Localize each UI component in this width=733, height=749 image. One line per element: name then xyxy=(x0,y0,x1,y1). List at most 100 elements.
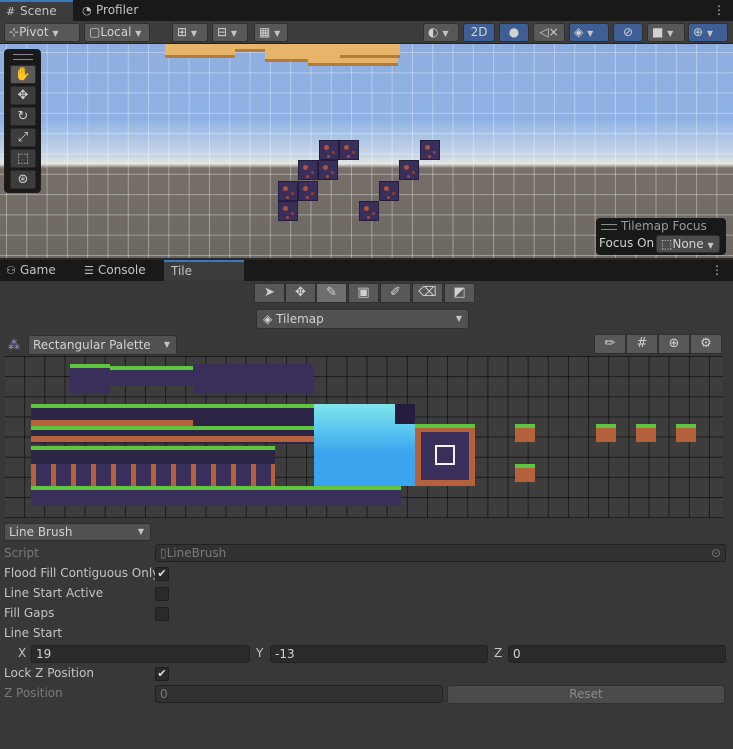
tab-game[interactable]: ⚇ Game xyxy=(0,260,78,281)
scene-tile xyxy=(278,201,298,221)
palette-tile[interactable] xyxy=(31,446,275,466)
grid-visibility-button[interactable]: ▦ ▼ xyxy=(254,23,288,42)
script-label: Script xyxy=(4,546,39,560)
chevron-down-icon: ▼ xyxy=(52,29,59,38)
pivot-label: Pivot xyxy=(19,25,49,39)
palette-tile[interactable] xyxy=(31,486,401,506)
palette-tile[interactable] xyxy=(395,404,415,424)
reset-button[interactable]: Reset xyxy=(447,685,725,704)
palette-name: Rectangular Palette xyxy=(33,338,151,352)
script-field: ▯LineBrush ⊙ xyxy=(155,544,726,562)
flood-fill-checkbox[interactable]: ✔ xyxy=(155,567,169,581)
x-field[interactable]: 19 xyxy=(31,645,250,663)
visibility-toggle[interactable]: ⊘ xyxy=(613,23,643,42)
mode-2d-toggle[interactable]: 2D xyxy=(463,23,495,42)
palette-tile[interactable] xyxy=(31,464,275,488)
picker-button[interactable]: ✐ xyxy=(380,283,411,303)
tab-scene[interactable]: # Scene xyxy=(0,0,73,21)
z-position-field: 0 xyxy=(155,685,443,703)
fill-icon: ◩ xyxy=(453,285,466,300)
pivot-dropdown[interactable]: ⊹Pivot ▼ xyxy=(4,23,80,42)
palette-tile[interactable] xyxy=(70,364,110,394)
hand-tool-button[interactable]: ✋ xyxy=(10,65,36,84)
palette-icon: ⁂ xyxy=(8,338,20,352)
palette-settings-button[interactable]: ⚙ xyxy=(690,334,722,354)
object-picker-icon[interactable]: ⊙ xyxy=(711,545,721,561)
more-menu-icon[interactable]: ⋮ xyxy=(711,263,723,277)
tile-palette-panel: ➤ ✥ ✎ ▣ ✐ ⌫ ◩ ◈ Tilemap ▼ ⁂ Rectangular … xyxy=(0,281,733,521)
scene-tile xyxy=(318,160,338,180)
toggle-grid-button[interactable]: # xyxy=(626,334,658,354)
palette-dropdown[interactable]: Rectangular Palette ▼ xyxy=(28,335,177,355)
scene-tile xyxy=(298,181,318,201)
grid-snap-button[interactable]: ⊞ ▼ xyxy=(172,23,208,42)
tab-profiler[interactable]: ◔ Profiler xyxy=(76,0,150,21)
eraser-button[interactable]: ⌫ xyxy=(412,283,443,303)
gizmos-dropdown[interactable]: ⊕ ▼ xyxy=(688,23,728,42)
y-field[interactable]: -13 xyxy=(270,645,488,663)
transform-icon: ⊛ xyxy=(17,172,29,187)
more-menu-icon[interactable]: ⋮ xyxy=(713,3,725,17)
tilemap-focus-overlay: Tilemap Focus Focus On ⬚None ▼ xyxy=(596,218,726,255)
tab-profiler-label: Profiler xyxy=(96,3,139,17)
palette-tile[interactable] xyxy=(193,404,315,426)
local-dropdown[interactable]: ▢Local ▼ xyxy=(84,23,150,42)
palette-tile[interactable] xyxy=(31,404,193,420)
line-start-active-checkbox[interactable] xyxy=(155,587,169,601)
move-tool-button[interactable]: ✥ xyxy=(10,86,36,105)
z-field[interactable]: 0 xyxy=(508,645,726,663)
brush-name: Line Brush xyxy=(9,525,73,539)
fill-button[interactable]: ◩ xyxy=(444,283,475,303)
edit-palette-button[interactable]: ✏ xyxy=(594,334,626,354)
palette-tile[interactable] xyxy=(110,366,195,386)
layers-icon: ◈ xyxy=(263,312,273,326)
move-tool-button[interactable]: ✥ xyxy=(285,283,316,303)
eye-slash-icon: ⊘ xyxy=(622,25,634,39)
gamepad-icon: ⚇ xyxy=(6,264,16,277)
gizmos-button[interactable]: ⊕ xyxy=(658,334,690,354)
palette-tile[interactable] xyxy=(31,436,315,442)
tab-tile-palette[interactable]: Tile Palette xyxy=(164,260,244,297)
palette-tile[interactable] xyxy=(596,424,616,442)
effects-dropdown[interactable]: ◈ ▼ xyxy=(569,23,609,42)
hand-icon: ✋ xyxy=(14,67,32,82)
checkmark-icon: ✔ xyxy=(157,667,167,680)
palette-canvas[interactable] xyxy=(5,356,723,518)
scale-tool-button[interactable]: ⤢ xyxy=(10,128,36,147)
rect-tool-button[interactable]: ⬚ xyxy=(10,149,36,168)
drag-handle-icon[interactable] xyxy=(13,54,33,60)
tab-console[interactable]: ☰ Console xyxy=(78,260,164,281)
transform-tool-button[interactable]: ⊛ xyxy=(10,170,36,189)
rotate-tool-button[interactable]: ↻ xyxy=(10,107,36,126)
move-icon: ✥ xyxy=(295,285,306,300)
palette-tile[interactable] xyxy=(636,424,656,442)
camera-dropdown[interactable]: ■ ▼ xyxy=(647,23,685,42)
focus-on-dropdown[interactable]: ⬚None ▼ xyxy=(656,235,720,253)
palette-tile[interactable] xyxy=(676,424,696,442)
lock-z-checkbox[interactable]: ✔ xyxy=(155,667,169,681)
profiler-icon: ◔ xyxy=(82,4,92,17)
cube-icon: ▢ xyxy=(89,25,101,39)
gizmo-globe-icon: ⊕ xyxy=(693,25,704,39)
palette-tile[interactable] xyxy=(515,424,535,442)
select-icon: ➤ xyxy=(264,285,275,300)
chevron-down-icon: ▼ xyxy=(455,314,462,323)
grid-icon: # xyxy=(6,5,16,18)
fill-gaps-checkbox[interactable] xyxy=(155,607,169,621)
increment-snap-button[interactable]: ⊟ ▼ xyxy=(212,23,248,42)
palette-tile[interactable] xyxy=(193,364,313,394)
tab-scene-label: Scene xyxy=(20,4,57,18)
brush-dropdown[interactable]: Line Brush ▼ xyxy=(4,523,151,541)
shading-mode-button[interactable]: ◐ ▼ xyxy=(423,23,459,42)
palette-tile[interactable] xyxy=(515,464,535,482)
scene-tile xyxy=(359,201,379,221)
scene-tile xyxy=(278,181,298,201)
select-tool-button[interactable]: ➤ xyxy=(254,283,285,303)
drag-handle-icon[interactable] xyxy=(601,223,617,230)
paint-brush-button[interactable]: ✎ xyxy=(316,283,347,303)
lightbulb-icon: ● xyxy=(508,25,520,39)
lighting-toggle[interactable]: ● xyxy=(499,23,529,42)
box-fill-button[interactable]: ▣ xyxy=(348,283,379,303)
audio-toggle[interactable]: ◁× xyxy=(533,23,565,42)
active-tilemap-dropdown[interactable]: ◈ Tilemap ▼ xyxy=(256,309,469,329)
